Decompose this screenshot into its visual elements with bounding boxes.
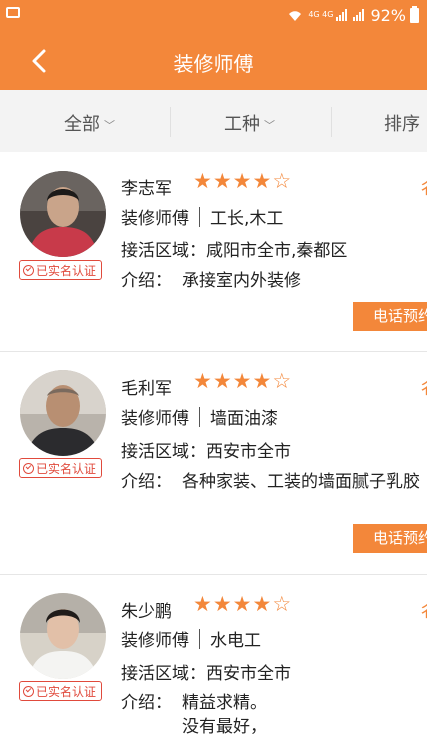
battery-percent: 92%: [370, 5, 406, 25]
verified-label: 已实名认证: [36, 685, 97, 699]
filter-all-label: 全部: [64, 114, 100, 135]
worker-card[interactable]: 已实名认证 李志军 ★★★★☆ 彳 装修师傅 工长,木工 接活区域：咸阳市全市,秦…: [0, 153, 427, 351]
separator: [199, 207, 200, 227]
rating-stars: ★★★★☆: [193, 169, 292, 193]
role-line: 装修师傅 墙面油漆: [121, 404, 278, 429]
status-indicators: 4G 4G 92%: [287, 5, 419, 25]
area-line: 接活区域：西安市全市: [121, 659, 291, 684]
avatar: [20, 593, 106, 679]
role: 装修师傅: [121, 631, 189, 651]
area-line: 接活区域：咸阳市全市,秦都区: [121, 236, 347, 261]
area-label: 接活区域：: [121, 241, 206, 261]
star-filled-icon: ★: [212, 169, 233, 193]
rating-stars: ★★★★☆: [193, 369, 292, 393]
gallery-notification-icon: [6, 7, 20, 18]
chevron-down-icon: ﹀: [264, 119, 275, 132]
star-filled-icon: ★: [232, 592, 253, 616]
trades: 水电工: [210, 631, 261, 651]
side-label: 彳: [418, 602, 427, 622]
filter-bar: 全部 ﹀ 工种 ﹀ 排序: [0, 90, 427, 152]
role: 装修师傅: [121, 209, 189, 229]
separator: [199, 629, 200, 649]
filter-sort-label: 排序: [384, 114, 420, 135]
area-value: 西安市全市: [206, 442, 291, 462]
star-filled-icon: ★: [193, 592, 213, 616]
intro-label: 介绍：: [121, 693, 172, 713]
area-value: 咸阳市全市,秦都区: [206, 241, 348, 261]
network-type-label: 4G 4G: [308, 10, 334, 19]
filter-divider: [170, 107, 171, 137]
verified-badge: 已实名认证: [19, 681, 103, 701]
trades: 工长,木工: [210, 209, 284, 229]
verified-label: 已实名认证: [36, 264, 97, 278]
separator: [199, 407, 200, 427]
verified-badge: 已实名认证: [19, 458, 103, 478]
filter-trade-label: 工种: [224, 114, 260, 135]
filter-divider: [331, 107, 332, 137]
chevron-down-icon: ﹀: [104, 119, 115, 132]
verified-badge: 已实名认证: [19, 260, 103, 280]
intro-label: 介绍：: [121, 472, 172, 492]
star-filled-icon: ★: [212, 592, 233, 616]
filter-sort[interactable]: 排序: [384, 110, 420, 136]
intro-text: 各种家装、工装的墙面腻子乳胶: [182, 472, 420, 492]
signal-icon-2: [353, 9, 365, 21]
worker-name: 毛利军: [121, 379, 172, 399]
role-line: 装修师傅 水电工: [121, 626, 261, 651]
status-bar: 4G 4G 92%: [0, 0, 427, 32]
star-filled-icon: ★: [232, 369, 253, 393]
intro-text: 承接室内外装修: [182, 271, 301, 291]
battery-icon: [410, 5, 419, 23]
intro-line: 介绍： 各种家装、工装的墙面腻子乳胶: [121, 470, 427, 494]
worker-name: 朱少鹏: [121, 602, 172, 622]
intro-line: 介绍： 承接室内外装修: [121, 269, 427, 293]
wifi-icon: [289, 10, 302, 21]
trades: 墙面油漆: [210, 409, 278, 429]
rating-stars: ★★★★☆: [193, 592, 292, 616]
app-header: 装修师傅: [0, 32, 427, 90]
area-line: 接活区域：西安市全市: [121, 437, 291, 462]
star-empty-icon: ☆: [272, 369, 293, 393]
worker-card[interactable]: 已实名认证 朱少鹏 ★★★★☆ 彳 装修师傅 水电工 接活区域：西安市全市 介绍：…: [0, 575, 427, 737]
star-filled-icon: ★: [212, 369, 233, 393]
signal-icon: [336, 9, 348, 21]
filter-all[interactable]: 全部 ﹀: [64, 110, 115, 136]
avatar: [20, 171, 106, 257]
worker-card[interactable]: 已实名认证 毛利军 ★★★★☆ 彳 装修师傅 墙面油漆 接活区域：西安市全市 介绍…: [0, 352, 427, 574]
filter-trade[interactable]: 工种 ﹀: [224, 110, 275, 136]
role: 装修师傅: [121, 409, 189, 429]
intro-text: 精益求精。没有最好，: [182, 693, 267, 737]
star-filled-icon: ★: [252, 369, 273, 393]
star-filled-icon: ★: [193, 369, 213, 393]
intro-line: 介绍： 精益求精。没有最好，: [121, 691, 427, 739]
star-filled-icon: ★: [252, 169, 273, 193]
phone-booking-button[interactable]: 电话预约: [353, 302, 427, 331]
check-circle-icon: [23, 265, 34, 276]
side-label: 彳: [418, 379, 427, 399]
area-label: 接活区域：: [121, 664, 206, 684]
check-circle-icon: [23, 463, 34, 474]
verified-label: 已实名认证: [36, 462, 97, 476]
phone-booking-button[interactable]: 电话预约: [353, 524, 427, 553]
star-empty-icon: ☆: [272, 169, 293, 193]
area-label: 接活区域：: [121, 442, 206, 462]
intro-label: 介绍：: [121, 271, 172, 291]
page-title: 装修师傅: [173, 52, 254, 76]
area-value: 西安市全市: [206, 664, 291, 684]
star-filled-icon: ★: [193, 169, 213, 193]
check-circle-icon: [23, 686, 34, 697]
star-filled-icon: ★: [232, 169, 253, 193]
role-line: 装修师傅 工长,木工: [121, 204, 283, 229]
worker-name: 李志军: [121, 179, 172, 199]
star-filled-icon: ★: [252, 592, 273, 616]
side-label: 彳: [418, 179, 427, 199]
avatar: [20, 370, 106, 456]
star-empty-icon: ☆: [272, 592, 293, 616]
